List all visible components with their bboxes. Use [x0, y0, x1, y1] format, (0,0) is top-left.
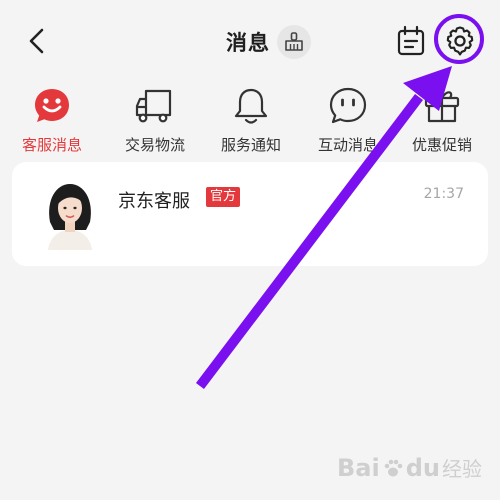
watermark-suffix: 经验: [442, 457, 482, 481]
watermark: Bai du 经验: [337, 453, 482, 482]
annotation-arrow: [195, 66, 452, 390]
paw-icon: [384, 459, 403, 476]
watermark-brand-b: du: [405, 453, 440, 482]
watermark-brand-a: Bai: [337, 453, 380, 482]
